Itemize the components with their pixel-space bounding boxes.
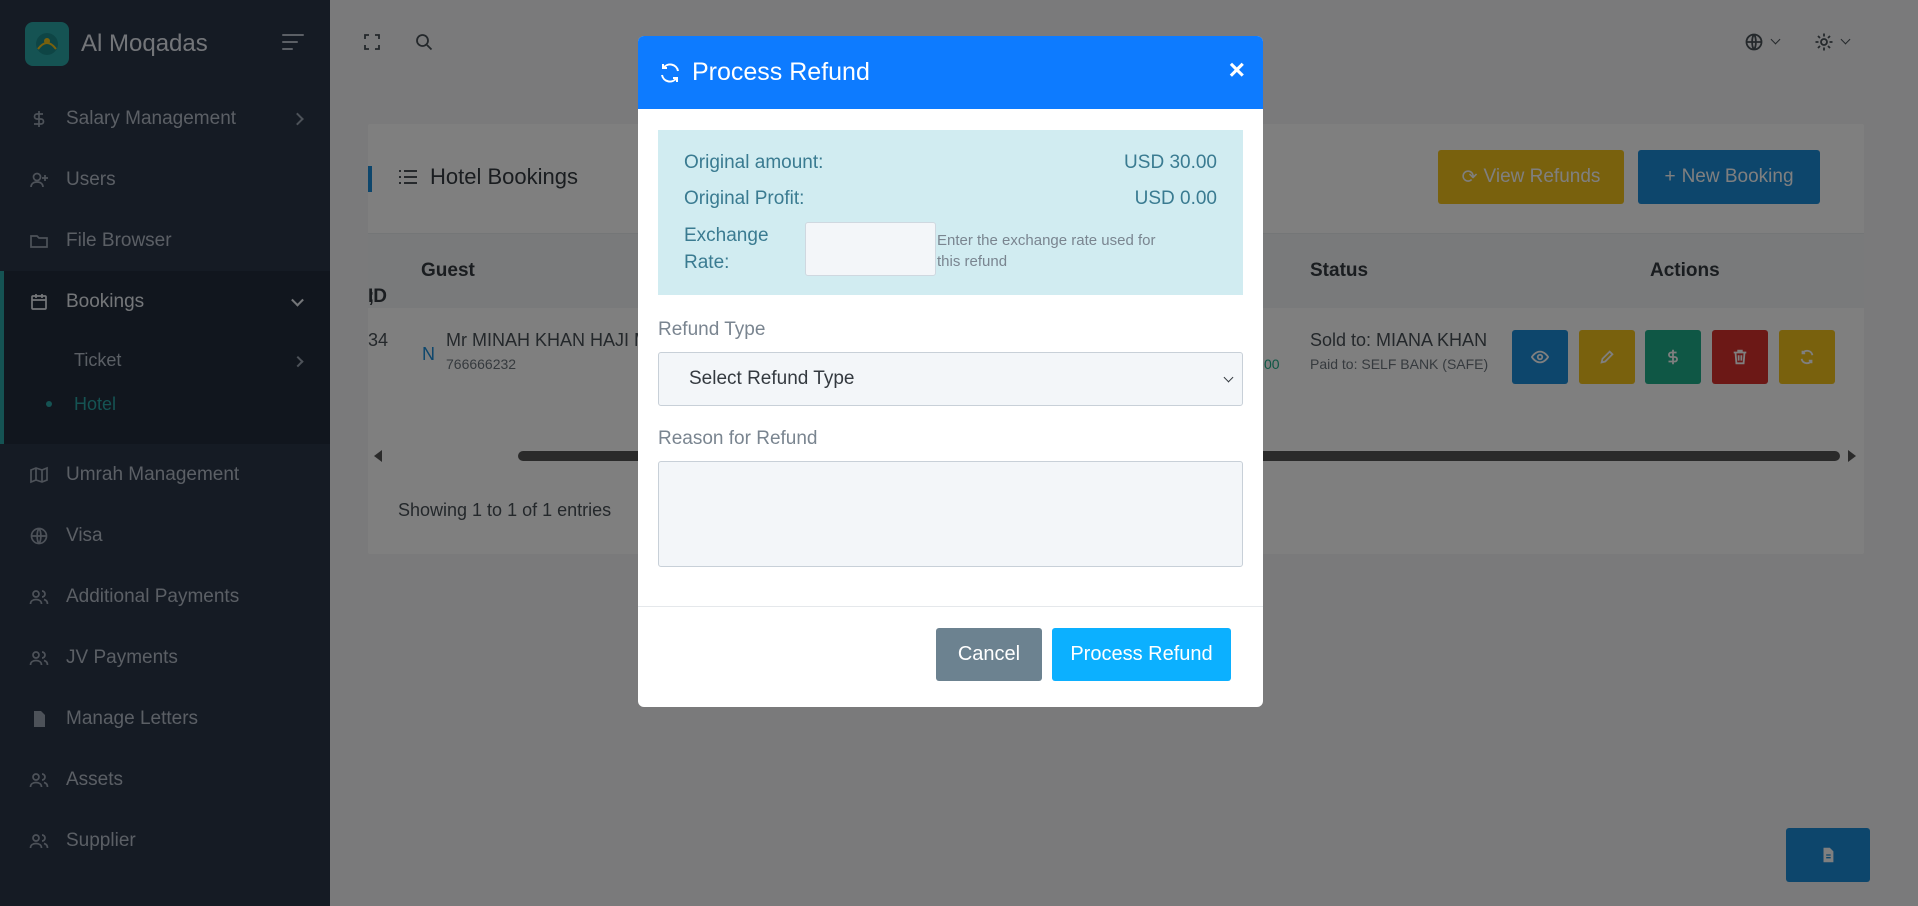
original-profit-value: USD 0.00 [1134, 188, 1217, 209]
modal-title: Process Refund [692, 58, 870, 86]
modal-body: Original amount: USD 30.00 Original Prof… [638, 109, 1263, 567]
refund-info-box: Original amount: USD 30.00 Original Prof… [658, 130, 1243, 295]
original-profit-row: Original Profit: USD 0.00 [684, 188, 1217, 210]
exchange-rate-help: Enter the exchange rate used for this re… [937, 232, 1156, 270]
original-amount-row: Original amount: USD 30.00 [684, 152, 1217, 174]
modal-footer: Cancel Process Refund [638, 606, 1263, 707]
close-icon[interactable]: × [1229, 56, 1245, 84]
exchange-rate-label: Exchange Rate: [684, 225, 769, 273]
process-refund-button[interactable]: Process Refund [1052, 628, 1231, 681]
original-amount-value: USD 30.00 [1124, 152, 1217, 173]
reason-label: Reason for Refund [658, 428, 818, 449]
refund-type-select[interactable]: Select Refund Type [658, 352, 1243, 406]
original-amount-label: Original amount: [684, 152, 824, 173]
original-profit-label: Original Profit: [684, 188, 805, 209]
refund-type-selected: Select Refund Type [689, 368, 855, 389]
process-refund-modal: Process Refund × Original amount: USD 30… [638, 36, 1263, 707]
chevron-down-icon [1223, 372, 1234, 383]
exchange-rate-input[interactable] [805, 222, 936, 276]
refresh-icon [661, 62, 679, 83]
modal-header: Process Refund × [638, 36, 1263, 109]
cancel-button[interactable]: Cancel [936, 628, 1042, 681]
refund-type-label: Refund Type [658, 319, 766, 340]
reason-textarea[interactable] [658, 461, 1243, 567]
